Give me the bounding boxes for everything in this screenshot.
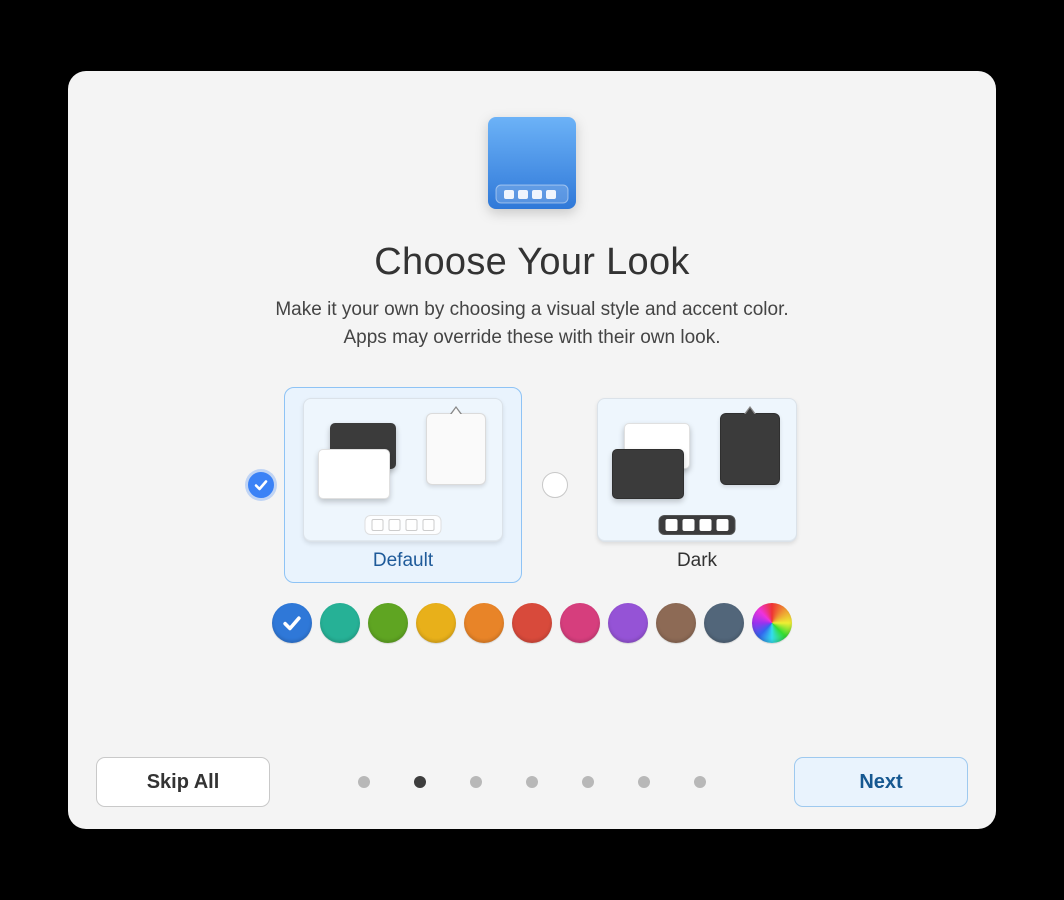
thumbnail-default (303, 398, 503, 542)
page-subtitle: Make it your own by choosing a visual st… (275, 296, 788, 351)
accent-lime[interactable] (368, 603, 408, 643)
accent-banana[interactable] (416, 603, 456, 643)
page-dot-2[interactable] (470, 776, 482, 788)
pagination-dots (358, 776, 706, 788)
radio-default[interactable] (248, 472, 274, 498)
accent-cocoa[interactable] (656, 603, 696, 643)
accent-automatic[interactable] (752, 603, 792, 643)
accent-slate[interactable] (704, 603, 744, 643)
accent-mint[interactable] (320, 603, 360, 643)
accent-grape[interactable] (608, 603, 648, 643)
radio-dark[interactable] (542, 472, 568, 498)
style-option-default[interactable]: Default (248, 387, 522, 583)
style-label-default: Default (303, 550, 503, 572)
page-dot-4[interactable] (582, 776, 594, 788)
onboarding-window: Choose Your Look Make it your own by cho… (68, 71, 996, 829)
footer: Skip All Next (96, 757, 968, 807)
style-options-row: Default Dark (96, 387, 968, 583)
page-dot-3[interactable] (526, 776, 538, 788)
page-dot-0[interactable] (358, 776, 370, 788)
next-button[interactable]: Next (794, 757, 968, 807)
accent-bubblegum[interactable] (560, 603, 600, 643)
subtitle-line-2: Apps may override these with their own l… (343, 327, 720, 348)
skip-all-button[interactable]: Skip All (96, 757, 270, 807)
page-title: Choose Your Look (96, 241, 968, 284)
page-dot-1[interactable] (414, 776, 426, 788)
style-label-dark: Dark (597, 550, 797, 572)
check-icon (253, 477, 269, 493)
hero-icon (482, 113, 582, 213)
thumbnail-dark (597, 398, 797, 542)
style-option-dark[interactable]: Dark (542, 387, 816, 583)
appearance-icon (482, 113, 582, 213)
accent-orange[interactable] (464, 603, 504, 643)
check-icon (281, 612, 303, 634)
page-dot-5[interactable] (638, 776, 650, 788)
accent-strawberry[interactable] (512, 603, 552, 643)
subtitle-line-1: Make it your own by choosing a visual st… (275, 299, 788, 320)
accent-blueberry[interactable] (272, 603, 312, 643)
style-card-dark[interactable]: Dark (578, 387, 816, 583)
style-card-default[interactable]: Default (284, 387, 522, 583)
accent-color-row (96, 603, 968, 643)
page-dot-6[interactable] (694, 776, 706, 788)
